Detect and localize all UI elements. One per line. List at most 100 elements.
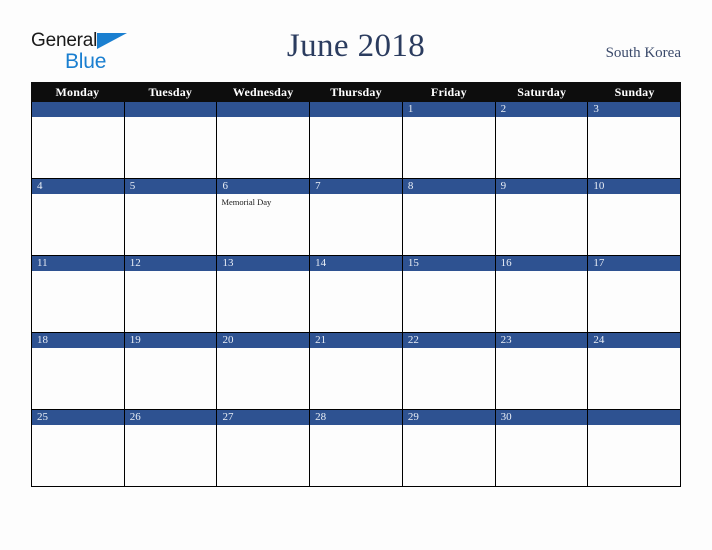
calendar-week-row: 4 5 6 Memorial Day 7 8 9 10 xyxy=(31,179,682,256)
day-number-bar: 11 xyxy=(32,256,124,271)
day-number: 4 xyxy=(37,180,43,192)
calendar-day-cell[interactable] xyxy=(124,102,218,178)
day-events xyxy=(217,271,309,274)
calendar-day-cell[interactable]: 5 xyxy=(124,179,218,255)
calendar-day-cell[interactable]: 1 xyxy=(402,102,496,178)
day-number-bar: 23 xyxy=(495,333,588,348)
day-number: 10 xyxy=(593,180,605,192)
day-number-bar: 12 xyxy=(124,256,217,271)
calendar-day-cell[interactable]: 2 xyxy=(495,102,589,178)
day-events xyxy=(32,271,124,274)
day-events xyxy=(32,194,124,197)
calendar-day-cell[interactable]: 23 xyxy=(495,333,589,409)
calendar-day-cell[interactable]: 9 xyxy=(495,179,589,255)
calendar-day-cell[interactable]: 14 xyxy=(310,256,403,332)
calendar-weeks: 1 2 3 4 5 6 Memorial Day 7 8 9 10 11 12 13 14 15 16 17 18 1… xyxy=(31,102,682,487)
day-number: 20 xyxy=(222,334,234,346)
day-events xyxy=(125,348,217,351)
day-number-bar: 1 xyxy=(402,102,495,117)
weekday-header-tuesday: Tuesday xyxy=(148,85,193,99)
day-events xyxy=(217,117,309,120)
day-number-bar: 7 xyxy=(310,179,402,194)
day-events xyxy=(125,117,217,120)
day-number: 1 xyxy=(407,103,414,115)
calendar-day-cell[interactable]: 25 xyxy=(32,410,125,486)
calendar-day-cell[interactable]: 29 xyxy=(402,410,496,486)
calendar-day-cell[interactable]: 19 xyxy=(124,333,218,409)
day-events xyxy=(32,425,124,428)
calendar-day-cell[interactable]: 8 xyxy=(402,179,496,255)
day-events xyxy=(310,117,402,120)
day-events xyxy=(588,271,680,274)
calendar-day-cell[interactable]: 6 Memorial Day xyxy=(217,179,311,255)
weekday-header-sunday: Sunday xyxy=(614,85,655,99)
day-number-bar: 5 xyxy=(124,179,217,194)
calendar-day-cell[interactable]: 7 xyxy=(310,179,403,255)
calendar-day-cell[interactable]: 18 xyxy=(32,333,125,409)
day-events xyxy=(310,348,402,351)
weekday-header-friday: Friday xyxy=(430,85,467,99)
calendar-day-cell[interactable]: 10 xyxy=(588,179,682,255)
day-number: 27 xyxy=(222,411,234,423)
day-number: 18 xyxy=(37,334,48,346)
day-number-bar xyxy=(32,102,124,117)
day-number-bar: 16 xyxy=(495,256,588,271)
day-number: 2 xyxy=(500,103,507,115)
calendar-day-cell[interactable]: 17 xyxy=(588,256,682,332)
calendar-day-cell[interactable]: 3 xyxy=(588,102,682,178)
day-number-bar: 13 xyxy=(217,256,310,271)
day-number-bar xyxy=(124,102,217,117)
calendar-day-cell[interactable] xyxy=(32,102,125,178)
day-number: 21 xyxy=(315,334,327,346)
calendar-grid: Monday Tuesday Wednesday Thursday Friday… xyxy=(31,82,682,487)
calendar-day-cell[interactable] xyxy=(310,102,403,178)
day-event-label[interactable]: Memorial Day xyxy=(221,197,305,208)
calendar-day-cell[interactable]: 15 xyxy=(402,256,496,332)
day-number: 15 xyxy=(407,257,419,269)
day-number: 29 xyxy=(407,411,419,423)
day-events xyxy=(310,425,402,428)
day-events xyxy=(310,271,402,274)
calendar-day-cell[interactable]: 26 xyxy=(124,410,218,486)
calendar-day-cell[interactable]: 21 xyxy=(310,333,403,409)
day-events xyxy=(32,348,124,351)
calendar-day-cell[interactable]: 27 xyxy=(217,410,311,486)
day-events xyxy=(403,425,495,428)
weekday-header-wednesday: Wednesday xyxy=(232,85,294,99)
calendar-day-cell[interactable]: 12 xyxy=(124,256,218,332)
day-events xyxy=(588,194,680,197)
day-number-bar xyxy=(588,410,681,425)
day-number-bar: 4 xyxy=(32,179,124,194)
day-events xyxy=(217,348,309,351)
day-number-bar: 27 xyxy=(217,410,310,425)
day-number-bar: 30 xyxy=(495,410,588,425)
day-number: 7 xyxy=(315,180,321,192)
calendar-day-cell[interactable] xyxy=(217,102,311,178)
day-number: 24 xyxy=(593,334,605,346)
calendar-day-cell[interactable]: 24 xyxy=(588,333,682,409)
calendar-day-cell[interactable] xyxy=(588,410,682,486)
day-events xyxy=(403,194,495,197)
calendar-day-cell[interactable]: 11 xyxy=(32,256,125,332)
day-events xyxy=(496,271,588,274)
calendar-day-cell[interactable]: 28 xyxy=(310,410,403,486)
day-number-bar: 17 xyxy=(588,256,681,271)
day-events xyxy=(125,194,217,197)
day-events xyxy=(588,348,680,351)
day-events xyxy=(496,348,588,351)
calendar-week-row: 25 26 27 28 29 30 xyxy=(31,410,682,487)
day-number-bar: 24 xyxy=(588,333,681,348)
day-number: 6 xyxy=(222,180,228,192)
calendar-week-row: 1 2 3 xyxy=(31,102,682,179)
calendar-day-cell[interactable]: 30 xyxy=(495,410,589,486)
calendar-day-cell[interactable]: 13 xyxy=(217,256,311,332)
day-number: 26 xyxy=(129,411,141,423)
calendar-day-cell[interactable]: 4 xyxy=(32,179,125,255)
day-number: 16 xyxy=(500,257,512,269)
day-events xyxy=(496,194,588,197)
calendar-day-cell[interactable]: 20 xyxy=(217,333,311,409)
calendar-day-cell[interactable]: 22 xyxy=(402,333,496,409)
day-number-bar xyxy=(217,102,310,117)
calendar-day-cell[interactable]: 16 xyxy=(495,256,589,332)
day-number: 28 xyxy=(315,411,327,423)
